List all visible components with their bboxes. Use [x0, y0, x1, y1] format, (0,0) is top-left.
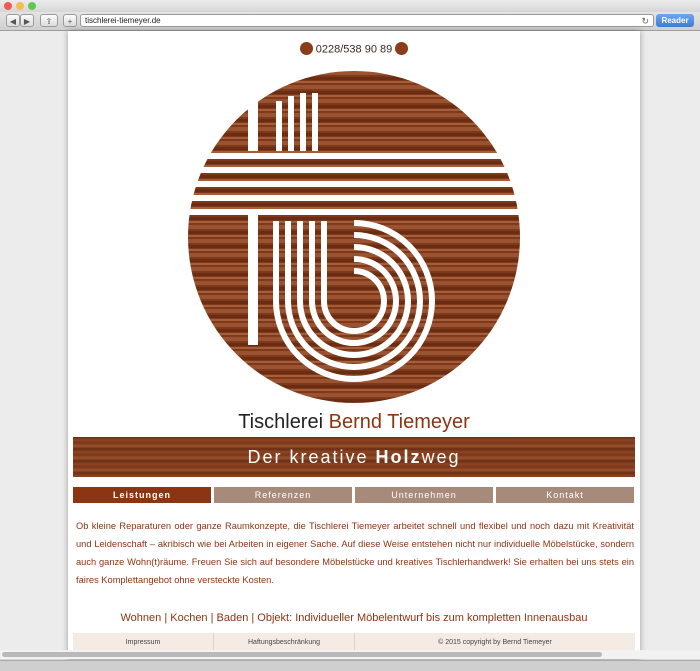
zoom-window-icon[interactable]: [28, 2, 36, 10]
add-tab-icon[interactable]: +: [63, 14, 77, 27]
browser-viewport: 0228/538 90 89 Tischlerei Bernd Tiemeyer…: [0, 31, 700, 659]
slogan-banner: Der kreative Holzweg: [73, 437, 635, 477]
slogan-suffix: weg: [421, 447, 461, 467]
main-navigation: Leistungen Referenzen Unternehmen Kontak…: [73, 487, 635, 503]
minimize-window-icon[interactable]: [16, 2, 24, 10]
logo-mini-icon: [395, 42, 409, 55]
url-text: tischlerei-tiemeyer.de: [85, 16, 161, 25]
browser-toolbar: ◀ ▶ ⇪ + tischlerei-tiemeyer.de ↻ Reader: [0, 12, 700, 31]
nav-item-kontakt[interactable]: Kontakt: [496, 487, 634, 503]
window-bottom-bar: [0, 660, 700, 671]
phone-number[interactable]: 0228/538 90 89: [316, 43, 392, 55]
services-line: Wohnen | Kochen | Baden | Objekt: Indivi…: [120, 612, 588, 624]
slogan-bold: Holz: [375, 447, 422, 467]
address-bar[interactable]: tischlerei-tiemeyer.de ↻: [80, 14, 654, 27]
title-name: Bernd Tiemeyer: [328, 411, 470, 433]
nav-item-referenzen[interactable]: Referenzen: [214, 487, 352, 503]
nav-item-unternehmen[interactable]: Unternehmen: [355, 487, 493, 503]
close-window-icon[interactable]: [4, 2, 12, 10]
reader-button[interactable]: Reader: [656, 14, 694, 27]
reload-icon[interactable]: ↻: [641, 15, 649, 27]
slogan-prefix: Der kreative: [247, 447, 369, 467]
horizontal-scrollbar[interactable]: [0, 650, 700, 659]
company-logo: [188, 71, 520, 403]
forward-icon[interactable]: ▶: [20, 14, 34, 27]
intro-paragraph: Ob kleine Reparaturen oder ganze Raumkon…: [76, 521, 634, 585]
web-page: 0228/538 90 89 Tischlerei Bernd Tiemeyer…: [68, 31, 640, 659]
company-title: Tischlerei Bernd Tiemeyer: [68, 411, 640, 434]
scrollbar-thumb[interactable]: [2, 652, 602, 657]
share-icon[interactable]: ⇪: [40, 14, 58, 27]
back-icon[interactable]: ◀: [6, 14, 20, 27]
phone-header: 0228/538 90 89: [68, 42, 640, 56]
phone-icon: [299, 42, 313, 55]
title-prefix: Tischlerei: [238, 411, 324, 433]
nav-item-leistungen[interactable]: Leistungen: [73, 487, 211, 503]
